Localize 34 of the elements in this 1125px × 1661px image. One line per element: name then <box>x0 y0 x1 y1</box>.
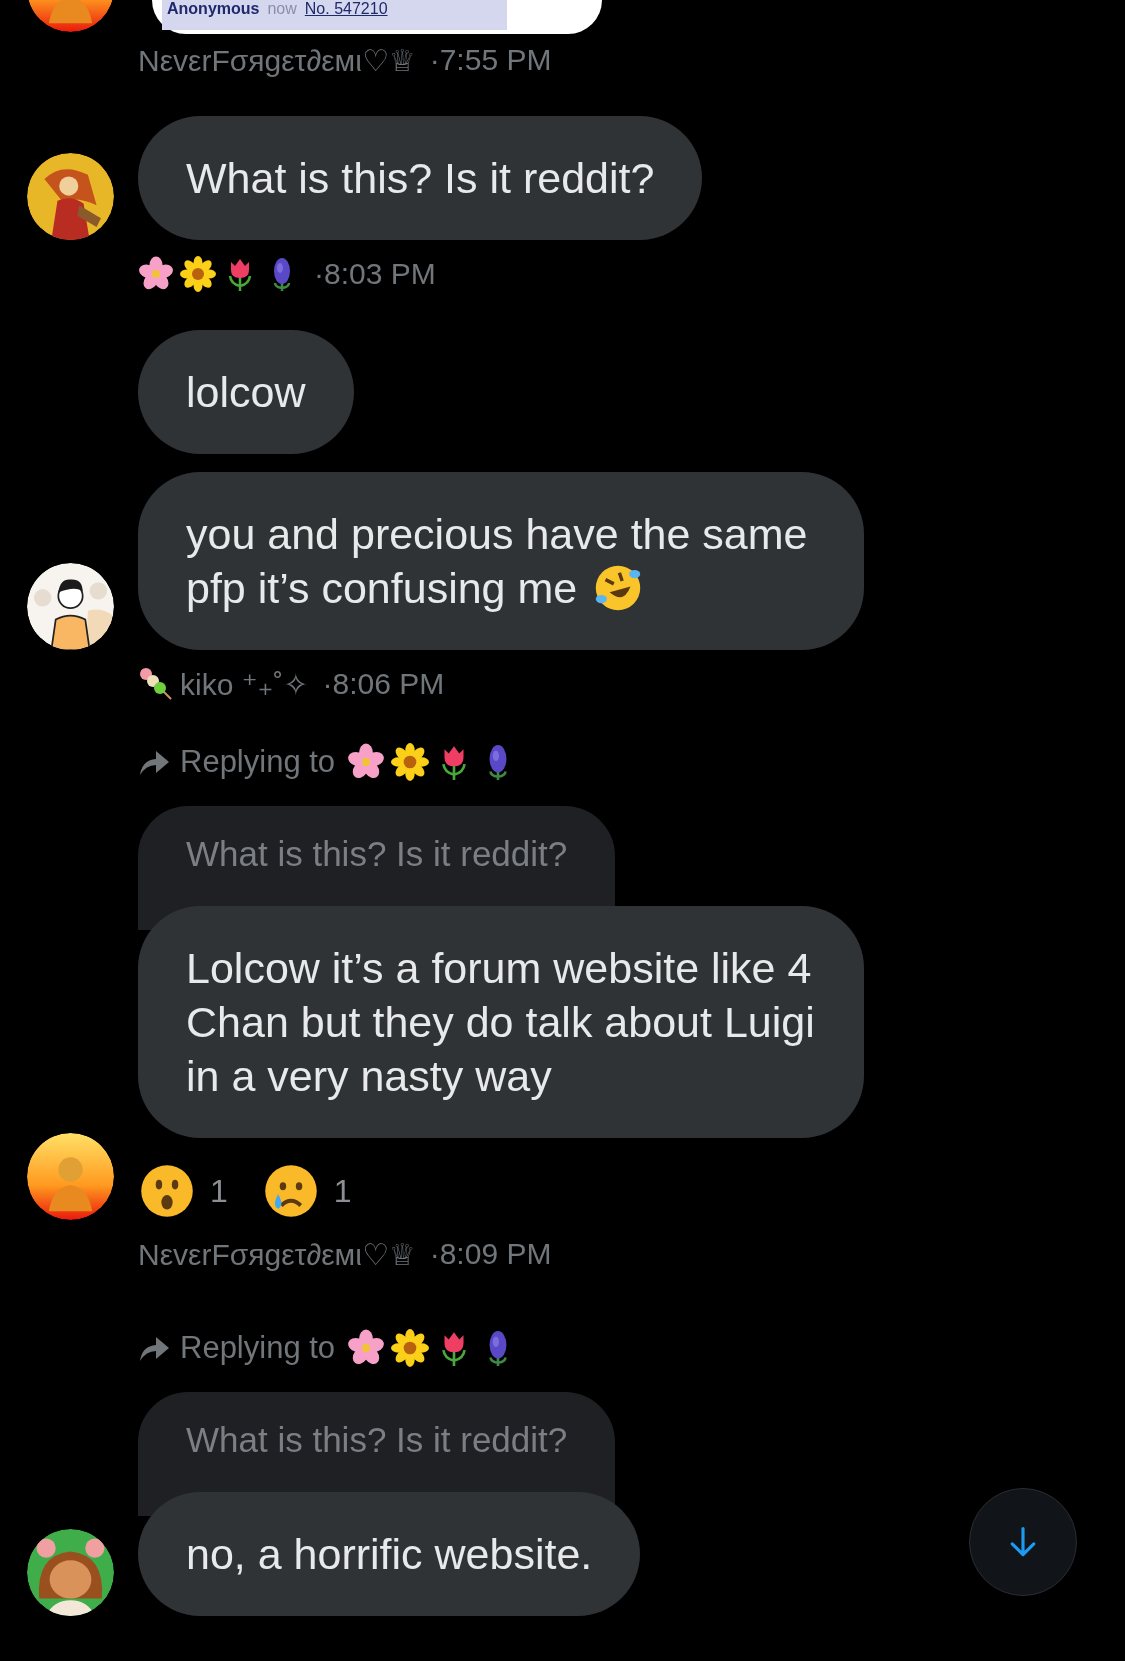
message-bubble[interactable]: Lolcow it’s a forum website like 4 Chan but they do talk about Luigi in a very nasty way <box>138 906 864 1138</box>
astonished-face-icon <box>138 1162 196 1220</box>
post-number: No. 547210 <box>304 0 388 18</box>
message-time: ·7:55 PM <box>429 43 552 77</box>
blossom-icon <box>347 743 386 781</box>
blossom-icon <box>138 256 174 292</box>
message-bubble[interactable]: you and precious have the same pfp it’s confusing me <box>138 472 864 650</box>
sender-name[interactable]: kiko ⁺₊˚✧ <box>180 666 309 702</box>
replying-to-label: Replying to <box>180 1330 336 1366</box>
replying-to-label: Replying to <box>180 744 336 780</box>
reply-arrow-icon <box>138 1334 170 1362</box>
sunflower-icon <box>391 743 430 781</box>
image-attachment[interactable]: Anonymous now No. 547210 <box>152 0 602 34</box>
sunflower-icon <box>180 256 216 292</box>
message-time: ·8:03 PM <box>314 257 436 291</box>
sunflower-icon <box>391 1329 430 1367</box>
message-bubble[interactable]: no, a horrific website. <box>138 1492 641 1616</box>
sender-name[interactable]: NεvεrFσяgετ∂εмι♡♕ <box>138 1236 416 1272</box>
reply-arrow-icon <box>138 748 170 776</box>
reaction-count: 1 <box>333 1172 352 1210</box>
avatar[interactable] <box>27 563 114 650</box>
post-author: Anonymous <box>167 0 260 18</box>
avatar[interactable] <box>27 1529 114 1616</box>
message-time: ·8:09 PM <box>429 1237 552 1271</box>
avatar[interactable] <box>27 153 114 240</box>
sender-name[interactable]: NεvεrFσяgετ∂εмι♡♕ <box>138 42 416 78</box>
message-bubble[interactable]: What is this? Is it reddit? <box>138 116 703 240</box>
post-time: now <box>267 0 297 18</box>
reaction-count: 1 <box>210 1172 228 1210</box>
message-time: ·8:06 PM <box>322 667 445 701</box>
avatar[interactable] <box>27 1133 114 1220</box>
dango-icon <box>138 666 174 702</box>
blossom-icon <box>347 1329 386 1367</box>
message-bubble[interactable]: lolcow <box>138 330 354 454</box>
